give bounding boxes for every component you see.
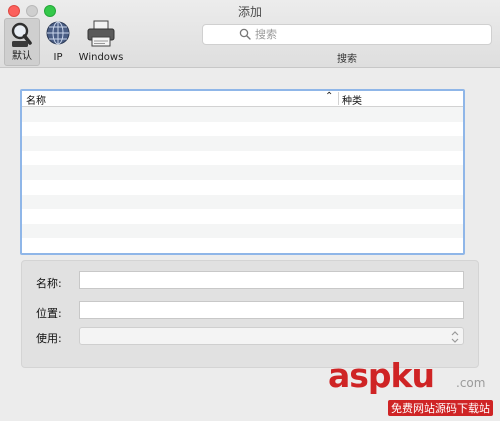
- toolbar-windows-button[interactable]: Windows: [76, 18, 126, 66]
- location-field[interactable]: [79, 301, 464, 319]
- aspku-watermark: aspku .com 免费网站源码下载站: [328, 356, 498, 420]
- watermark-domain: .com: [456, 376, 486, 390]
- search-icon: [239, 25, 251, 44]
- table-row: [22, 238, 463, 253]
- table-row: [22, 194, 463, 210]
- location-label: 位置:: [36, 307, 62, 320]
- magnifier-icon: [9, 21, 35, 53]
- table-header: 名称 ⌃ 种类: [22, 91, 463, 107]
- printer-icon: [85, 20, 117, 52]
- table-row: [22, 151, 463, 166]
- sort-ascending-icon: ⌃: [325, 91, 334, 102]
- toolbar-default-button[interactable]: 默认: [4, 18, 40, 66]
- watermark-logo: aspku: [328, 356, 435, 395]
- table-row: [22, 180, 463, 195]
- table-row: [22, 209, 463, 224]
- toolbar-ip-label: IP: [53, 52, 63, 63]
- toolbar-ip-button[interactable]: IP: [42, 18, 74, 66]
- search-field[interactable]: [202, 24, 492, 45]
- table-row: [22, 223, 463, 239]
- toolbar-windows-label: Windows: [78, 52, 124, 63]
- table-rows: [22, 107, 463, 253]
- search-input[interactable]: [251, 28, 455, 41]
- printer-details-panel: 名称: 位置: 使用:: [21, 260, 479, 368]
- printer-list-table[interactable]: 名称 ⌃ 种类: [20, 89, 465, 255]
- use-select[interactable]: [79, 327, 464, 345]
- name-field[interactable]: [79, 271, 464, 289]
- column-header-kind[interactable]: 种类: [342, 92, 362, 107]
- window-titlebar: 添加 默认 IP Windows 搜索 搜索: [0, 0, 500, 68]
- globe-icon: [45, 20, 71, 50]
- updown-chevron-icon: [450, 329, 460, 348]
- column-divider: [338, 92, 339, 105]
- name-label: 名称:: [36, 277, 62, 290]
- search-caption: 搜索: [337, 54, 357, 65]
- table-row: [22, 165, 463, 180]
- use-label: 使用:: [36, 332, 62, 345]
- window-title: 添加: [237, 5, 262, 19]
- table-row: [22, 136, 463, 151]
- watermark-subtitle: 免费网站源码下载站: [388, 400, 493, 416]
- table-row: [22, 122, 463, 137]
- table-row: [22, 107, 463, 122]
- column-header-name[interactable]: 名称: [26, 92, 46, 107]
